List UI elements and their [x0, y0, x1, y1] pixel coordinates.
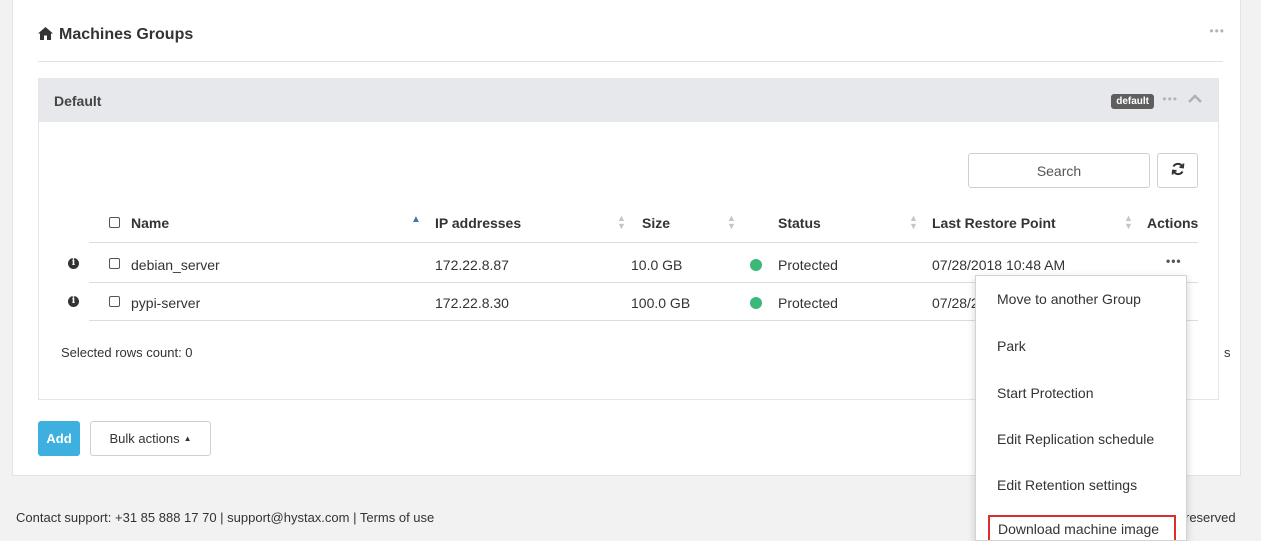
row-actions-dropdown: Move to another Group Park Start Protect…	[975, 275, 1187, 541]
menu-item-start-protection[interactable]: Start Protection	[976, 380, 1186, 406]
panel-title: Machines Groups	[38, 26, 193, 44]
header-divider	[89, 242, 1198, 243]
bulk-actions-button[interactable]: Bulk actions ▲	[90, 421, 211, 456]
cell-last-restore: 07/28/2018 10:48 AM	[932, 257, 1066, 273]
cell-name: debian_server	[131, 257, 220, 273]
sort-asc-icon[interactable]: ▲	[411, 215, 421, 225]
status-dot	[750, 297, 762, 309]
selected-rows-count: Selected rows count: 0	[61, 345, 193, 360]
col-header-size[interactable]: Size	[642, 215, 670, 231]
col-header-actions: Actions	[1147, 215, 1199, 231]
cell-ip: 172.22.8.30	[435, 295, 509, 311]
menu-item-download-image[interactable]: Download machine image	[988, 515, 1176, 540]
col-header-ip[interactable]: IP addresses	[435, 215, 521, 231]
menu-item-move-group[interactable]: Move to another Group	[976, 286, 1186, 312]
col-header-name[interactable]: Name	[131, 215, 169, 231]
panel-more-icon[interactable]: •••	[1209, 24, 1225, 38]
sort-icon[interactable]: ▲ ▼	[1124, 214, 1133, 231]
cell-ip: 172.22.8.87	[435, 257, 509, 273]
partially-hidden-text: s	[1224, 345, 1231, 360]
caret-up-icon: ▲	[183, 434, 192, 443]
add-button[interactable]: Add	[38, 421, 80, 456]
footer-rights: reserved	[1185, 510, 1236, 525]
panel-title-text: Machines Groups	[59, 26, 194, 43]
status-dot	[750, 259, 762, 271]
cell-status: Protected	[778, 295, 838, 311]
chevron-up-icon[interactable]	[1188, 92, 1202, 106]
cell-size: 100.0 GB	[631, 295, 691, 311]
row-actions-icon[interactable]: •••	[1166, 254, 1182, 268]
refresh-icon	[1171, 162, 1185, 179]
group-name: Default	[54, 93, 102, 109]
sort-icon[interactable]: ▲ ▼	[909, 214, 918, 231]
select-all-checkbox[interactable]	[109, 217, 120, 228]
menu-item-edit-replication[interactable]: Edit Replication schedule	[976, 426, 1186, 452]
group-header: Default default •••	[39, 79, 1218, 122]
cell-size: 10.0 GB	[631, 257, 683, 273]
refresh-button[interactable]	[1157, 153, 1198, 188]
info-icon[interactable]: i	[68, 258, 79, 269]
group-more-icon[interactable]: •••	[1162, 92, 1178, 106]
bulk-actions-label: Bulk actions	[109, 431, 180, 446]
col-header-last-restore[interactable]: Last Restore Point	[932, 215, 1056, 231]
cell-status: Protected	[778, 257, 838, 273]
footer-contact: Contact support: +31 85 888 17 70 | supp…	[16, 510, 435, 525]
row-checkbox[interactable]	[109, 296, 120, 307]
info-icon[interactable]: i	[68, 296, 79, 307]
row-checkbox[interactable]	[109, 258, 120, 269]
default-badge: default	[1111, 94, 1154, 109]
sort-icon[interactable]: ▲ ▼	[617, 214, 626, 231]
sort-icon[interactable]: ▲ ▼	[727, 214, 736, 231]
cell-name: pypi-server	[131, 295, 201, 311]
home-icon	[38, 27, 53, 43]
col-header-status[interactable]: Status	[778, 215, 821, 231]
menu-item-edit-retention[interactable]: Edit Retention settings	[976, 472, 1186, 498]
title-divider	[38, 61, 1223, 62]
menu-item-park[interactable]: Park	[976, 333, 1186, 359]
search-input[interactable]	[968, 153, 1150, 188]
